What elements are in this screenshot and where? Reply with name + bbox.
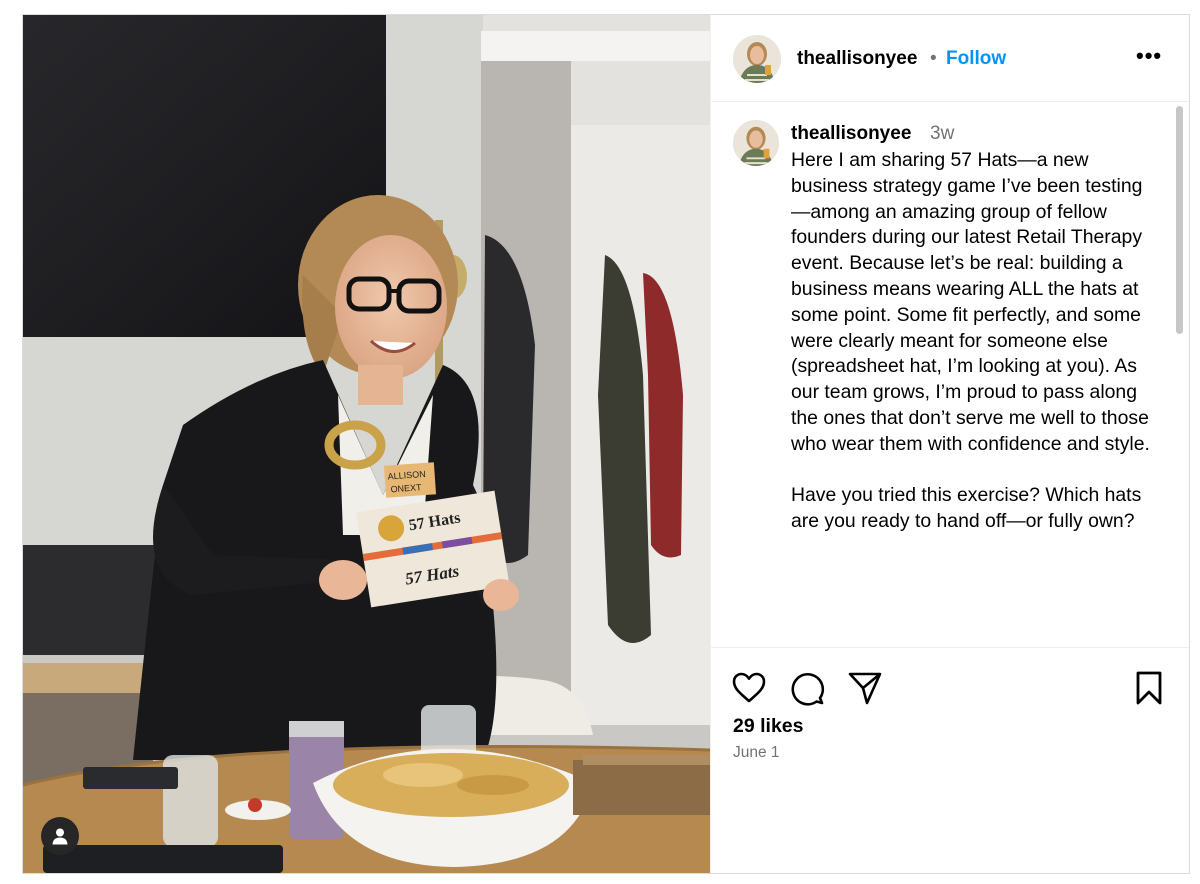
separator-dot: •	[930, 48, 937, 69]
post-photo[interactable]: ALLISON ONEXT 57 Hats 57 Hats	[23, 15, 710, 873]
post-side-panel: theallisonyee • Follow ••• theallisonyee…	[710, 15, 1189, 873]
action-bar: 29 likes June 1	[711, 647, 1189, 873]
follow-button[interactable]: Follow	[946, 48, 1006, 70]
post-photo-image: ALLISON ONEXT 57 Hats 57 Hats	[23, 15, 710, 873]
caption-timestamp[interactable]: 3w	[930, 123, 954, 145]
caption-avatar-image	[733, 120, 779, 166]
avatar[interactable]	[733, 35, 781, 83]
caption-avatar[interactable]	[733, 120, 779, 166]
like-count[interactable]: 29 likes	[733, 715, 803, 738]
instagram-post: ALLISON ONEXT 57 Hats 57 Hats theallison…	[22, 14, 1190, 874]
user-tag-button[interactable]	[41, 817, 79, 855]
more-options-icon[interactable]: •••	[1136, 43, 1162, 69]
caption-section: theallisonyee 3w Here I am sharing 57 Ha…	[711, 102, 1189, 647]
caption-text: Here I am sharing 57 Hats—a new business…	[791, 149, 1150, 533]
post-author-username[interactable]: theallisonyee	[797, 48, 917, 70]
caption-username[interactable]: theallisonyee	[791, 123, 911, 145]
avatar-image	[733, 35, 781, 83]
bookmark-icon[interactable]	[1131, 670, 1167, 706]
post-header: theallisonyee • Follow •••	[711, 15, 1189, 102]
user-tag-icon	[52, 828, 68, 845]
comment-icon[interactable]	[789, 670, 825, 706]
share-icon[interactable]	[847, 670, 883, 706]
post-date[interactable]: June 1	[733, 744, 780, 762]
heart-icon[interactable]	[731, 670, 767, 706]
caption-scrollbar[interactable]	[1176, 106, 1183, 334]
